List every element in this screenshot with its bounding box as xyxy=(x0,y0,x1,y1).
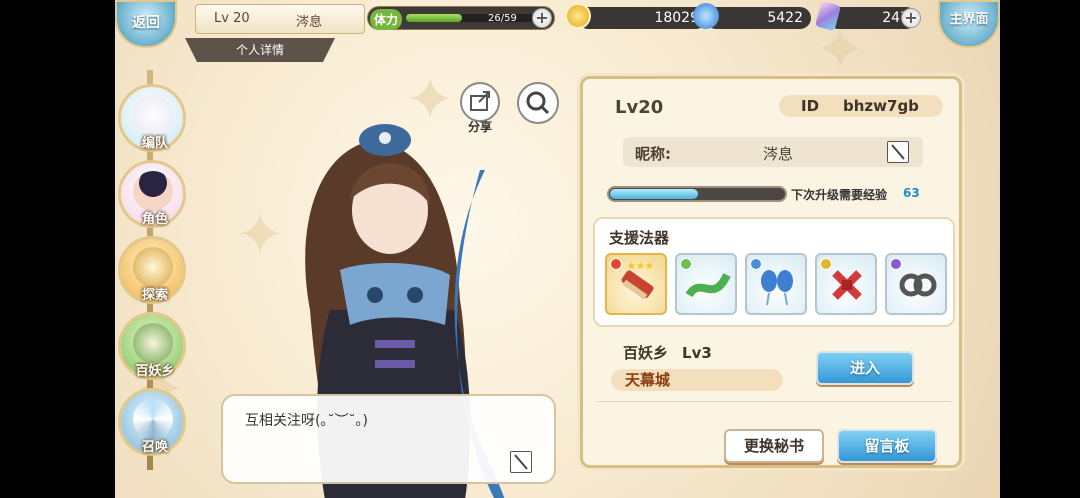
pencil-icon xyxy=(514,454,528,470)
support-artifacts-box: 支援法器 ★★★ xyxy=(593,217,955,327)
enter-button[interactable]: 进入 xyxy=(816,351,914,385)
id-label: ID xyxy=(801,97,820,115)
nickname-label: 昵称: xyxy=(635,145,671,163)
speech-bubble: 互相关注呀(｡˘︶˘｡) xyxy=(221,394,556,484)
panel-divider xyxy=(597,401,951,402)
game-view: ✦ ✦ ✦ ✦ 返回 Lv 20 涔息 体力 26/59 + 18029 542… xyxy=(115,0,1000,498)
zoom-button[interactable] xyxy=(517,82,559,124)
city-name: 天幕城 xyxy=(611,369,783,391)
profile-detail-tab[interactable]: 个人详情 xyxy=(185,38,335,62)
blue-gem-counter: 5422 xyxy=(705,7,811,29)
artifact-card-chain[interactable] xyxy=(885,253,947,315)
magnifier-icon xyxy=(526,91,550,115)
exp-fill xyxy=(610,189,698,199)
nav-character-button[interactable]: 角色 xyxy=(118,160,186,228)
share-label: 分享 xyxy=(467,120,492,134)
gold-coin-icon xyxy=(565,3,591,29)
realm-row: 百妖乡 Lv3 xyxy=(623,342,712,363)
nickname-row: 昵称: 涔息 xyxy=(623,137,923,167)
stamina-value: 26/59 xyxy=(488,13,517,24)
player-tag: Lv 20 涔息 xyxy=(195,4,365,34)
nav-character-label: 角色 xyxy=(141,212,168,227)
explore-tools-icon xyxy=(133,247,173,287)
exp-label: 下次升级需要经验 xyxy=(791,188,888,202)
earth-element-icon xyxy=(820,258,832,270)
back-button[interactable]: 返回 xyxy=(115,0,177,48)
stamina-bar: 体力 26/59 xyxy=(367,6,555,30)
gold-counter: 18029 xyxy=(577,7,707,29)
exp-bar xyxy=(607,186,787,202)
nav-explore-label: 探索 xyxy=(141,288,168,303)
edit-speech-button[interactable] xyxy=(510,451,532,473)
realm-name: 百妖乡 xyxy=(623,344,669,362)
home-button[interactable]: 主界面 xyxy=(938,0,1000,48)
profile-panel: Lv20 ID bhzw7gb 昵称: 涔息 下次升级需要经验 63 支援法器 xyxy=(580,76,962,468)
artifact-card-scroll[interactable]: ★★★ xyxy=(605,253,667,315)
player-level: Lv 20 xyxy=(214,11,250,26)
nav-team-button[interactable]: 编队 xyxy=(118,84,186,152)
nickname-value: 涔息 xyxy=(763,145,794,163)
artifact-card-knot[interactable] xyxy=(815,253,877,315)
top-bar: 返回 Lv 20 涔息 体力 26/59 + 18029 5422 247 + … xyxy=(115,0,1000,48)
artifact-card-bells[interactable] xyxy=(745,253,807,315)
wind-element-icon xyxy=(680,258,692,270)
nav-village-button[interactable]: 百妖乡 xyxy=(118,312,186,380)
right-black-bar xyxy=(1000,0,1080,498)
svg-text:★★★: ★★★ xyxy=(627,261,654,272)
add-crystal-button[interactable]: + xyxy=(901,8,921,28)
stamina-fill xyxy=(406,14,463,22)
share-button[interactable] xyxy=(460,82,500,122)
summon-swirl-icon xyxy=(133,399,173,439)
nav-explore-button[interactable]: 探索 xyxy=(118,236,186,304)
speech-text: 互相关注呀(｡˘︶˘｡) xyxy=(245,413,368,429)
village-house-icon xyxy=(133,323,173,363)
add-stamina-button[interactable]: + xyxy=(532,8,552,28)
profile-level: Lv20 xyxy=(615,97,664,118)
edit-nickname-button[interactable] xyxy=(887,141,909,163)
fire-element-icon xyxy=(610,258,622,270)
player-name: 涔息 xyxy=(296,15,323,30)
realm-level: Lv3 xyxy=(682,344,712,362)
nav-summon-button[interactable]: 召唤 xyxy=(118,388,186,456)
id-badge: ID bhzw7gb xyxy=(779,95,943,117)
side-navigation: 编队 角色 探索 百妖乡 召唤 xyxy=(115,70,190,470)
blue-flame-gem-icon xyxy=(693,3,719,29)
share-icon xyxy=(470,91,490,111)
nav-team-label: 编队 xyxy=(141,136,168,151)
nav-summon-label: 召唤 xyxy=(141,440,168,455)
exp-value: 63 xyxy=(903,186,920,200)
pencil-icon xyxy=(891,144,905,160)
left-black-bar xyxy=(0,0,115,498)
support-title: 支援法器 xyxy=(609,229,670,247)
water-element-icon xyxy=(750,258,762,270)
nav-village-label: 百妖乡 xyxy=(135,364,175,379)
screen: ✦ ✦ ✦ ✦ 返回 Lv 20 涔息 体力 26/59 + 18029 542… xyxy=(0,0,1080,498)
id-value: bhzw7gb xyxy=(843,97,919,115)
dark-element-icon xyxy=(890,258,902,270)
artifact-card-ribbon[interactable] xyxy=(675,253,737,315)
message-board-button[interactable]: 留言板 xyxy=(837,429,937,463)
stamina-label: 体力 xyxy=(370,9,403,30)
ghost-team-icon xyxy=(133,95,173,135)
character-portrait-icon xyxy=(133,171,173,211)
change-secretary-button[interactable]: 更换秘书 xyxy=(724,429,824,463)
